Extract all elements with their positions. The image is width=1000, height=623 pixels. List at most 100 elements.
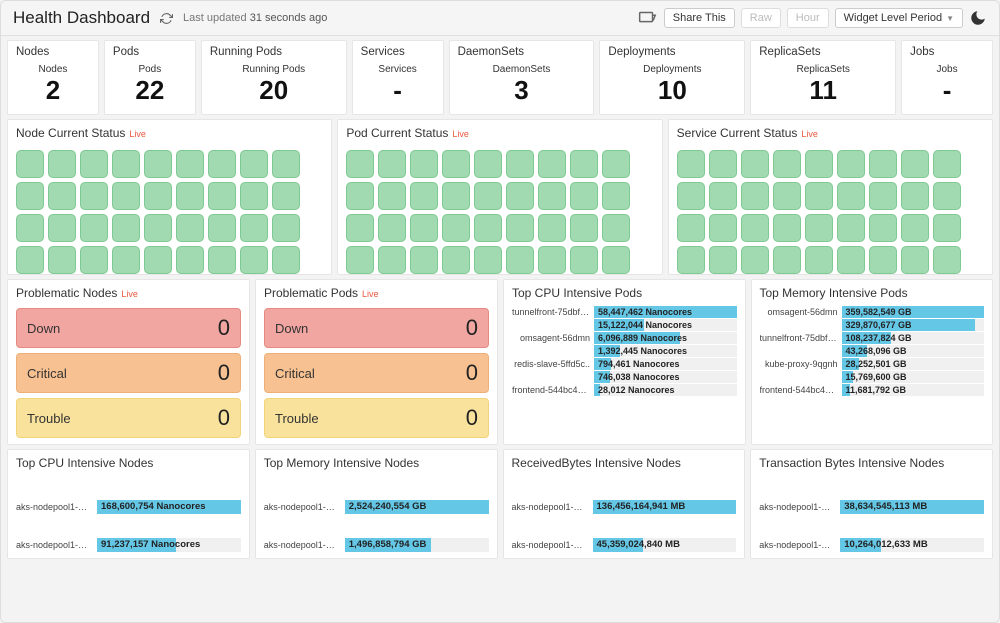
status-cell[interactable] [869, 214, 897, 242]
status-cell[interactable] [709, 214, 737, 242]
status-cell[interactable] [378, 182, 406, 210]
metric-tile[interactable]: Deployments Deployments 10 [599, 40, 745, 115]
status-cell[interactable] [773, 150, 801, 178]
status-cell[interactable] [378, 214, 406, 242]
status-cell[interactable] [837, 214, 865, 242]
status-cell[interactable] [80, 182, 108, 210]
status-cell[interactable] [837, 150, 865, 178]
status-cell[interactable] [570, 182, 598, 210]
status-cell[interactable] [602, 182, 630, 210]
metric-tile[interactable]: Pods Pods 22 [104, 40, 196, 115]
status-cell[interactable] [410, 246, 438, 274]
status-cell[interactable] [538, 182, 566, 210]
status-cell[interactable] [240, 150, 268, 178]
status-cell[interactable] [144, 246, 172, 274]
problem-item-trouble[interactable]: Trouble 0 [264, 398, 489, 438]
problem-item-critical[interactable]: Critical 0 [264, 353, 489, 393]
status-cell[interactable] [570, 150, 598, 178]
status-cell[interactable] [506, 214, 534, 242]
status-cell[interactable] [176, 182, 204, 210]
refresh-icon[interactable] [160, 12, 173, 25]
status-cell[interactable] [773, 182, 801, 210]
status-cell[interactable] [48, 214, 76, 242]
status-cell[interactable] [901, 182, 929, 210]
status-cell[interactable] [112, 182, 140, 210]
status-cell[interactable] [144, 214, 172, 242]
status-cell[interactable] [112, 150, 140, 178]
status-cell[interactable] [442, 246, 470, 274]
status-cell[interactable] [709, 246, 737, 274]
status-cell[interactable] [378, 150, 406, 178]
status-cell[interactable] [869, 246, 897, 274]
status-cell[interactable] [208, 214, 236, 242]
status-cell[interactable] [677, 246, 705, 274]
status-cell[interactable] [741, 214, 769, 242]
status-cell[interactable] [901, 246, 929, 274]
status-cell[interactable] [805, 182, 833, 210]
status-cell[interactable] [240, 214, 268, 242]
status-cell[interactable] [933, 150, 961, 178]
status-cell[interactable] [837, 246, 865, 274]
status-cell[interactable] [506, 182, 534, 210]
status-cell[interactable] [272, 214, 300, 242]
metric-tile[interactable]: Jobs Jobs - [901, 40, 993, 115]
status-cell[interactable] [709, 182, 737, 210]
hour-button[interactable]: Hour [787, 8, 829, 28]
status-cell[interactable] [442, 150, 470, 178]
problem-item-trouble[interactable]: Trouble 0 [16, 398, 241, 438]
status-cell[interactable] [16, 246, 44, 274]
problem-item-down[interactable]: Down 0 [16, 308, 241, 348]
status-cell[interactable] [677, 150, 705, 178]
metric-tile[interactable]: ReplicaSets ReplicaSets 11 [750, 40, 896, 115]
status-cell[interactable] [709, 150, 737, 178]
status-cell[interactable] [602, 246, 630, 274]
status-cell[interactable] [80, 150, 108, 178]
status-cell[interactable] [346, 214, 374, 242]
status-cell[interactable] [176, 246, 204, 274]
status-cell[interactable] [80, 246, 108, 274]
status-cell[interactable] [240, 182, 268, 210]
status-cell[interactable] [80, 214, 108, 242]
status-cell[interactable] [741, 246, 769, 274]
status-cell[interactable] [240, 246, 268, 274]
status-cell[interactable] [741, 150, 769, 178]
status-cell[interactable] [677, 182, 705, 210]
status-cell[interactable] [933, 246, 961, 274]
dark-mode-icon[interactable] [969, 9, 987, 27]
status-cell[interactable] [346, 246, 374, 274]
status-cell[interactable] [442, 182, 470, 210]
status-cell[interactable] [48, 182, 76, 210]
status-cell[interactable] [176, 150, 204, 178]
status-cell[interactable] [144, 182, 172, 210]
status-cell[interactable] [346, 182, 374, 210]
status-cell[interactable] [442, 214, 470, 242]
status-cell[interactable] [933, 182, 961, 210]
metric-tile[interactable]: Nodes Nodes 2 [7, 40, 99, 115]
status-cell[interactable] [474, 150, 502, 178]
status-cell[interactable] [538, 246, 566, 274]
status-cell[interactable] [272, 150, 300, 178]
status-cell[interactable] [272, 182, 300, 210]
status-cell[interactable] [901, 150, 929, 178]
status-cell[interactable] [176, 214, 204, 242]
metric-tile[interactable]: Services Services - [352, 40, 444, 115]
status-cell[interactable] [208, 150, 236, 178]
status-cell[interactable] [16, 182, 44, 210]
problem-item-down[interactable]: Down 0 [264, 308, 489, 348]
status-cell[interactable] [410, 150, 438, 178]
status-cell[interactable] [677, 214, 705, 242]
status-cell[interactable] [538, 150, 566, 178]
problem-item-critical[interactable]: Critical 0 [16, 353, 241, 393]
status-cell[interactable] [538, 214, 566, 242]
status-cell[interactable] [570, 214, 598, 242]
status-cell[interactable] [869, 150, 897, 178]
status-cell[interactable] [378, 246, 406, 274]
status-cell[interactable] [474, 214, 502, 242]
export-icon[interactable] [636, 7, 658, 29]
status-cell[interactable] [773, 214, 801, 242]
status-cell[interactable] [506, 246, 534, 274]
status-cell[interactable] [112, 214, 140, 242]
status-cell[interactable] [805, 150, 833, 178]
status-cell[interactable] [272, 246, 300, 274]
status-cell[interactable] [208, 246, 236, 274]
